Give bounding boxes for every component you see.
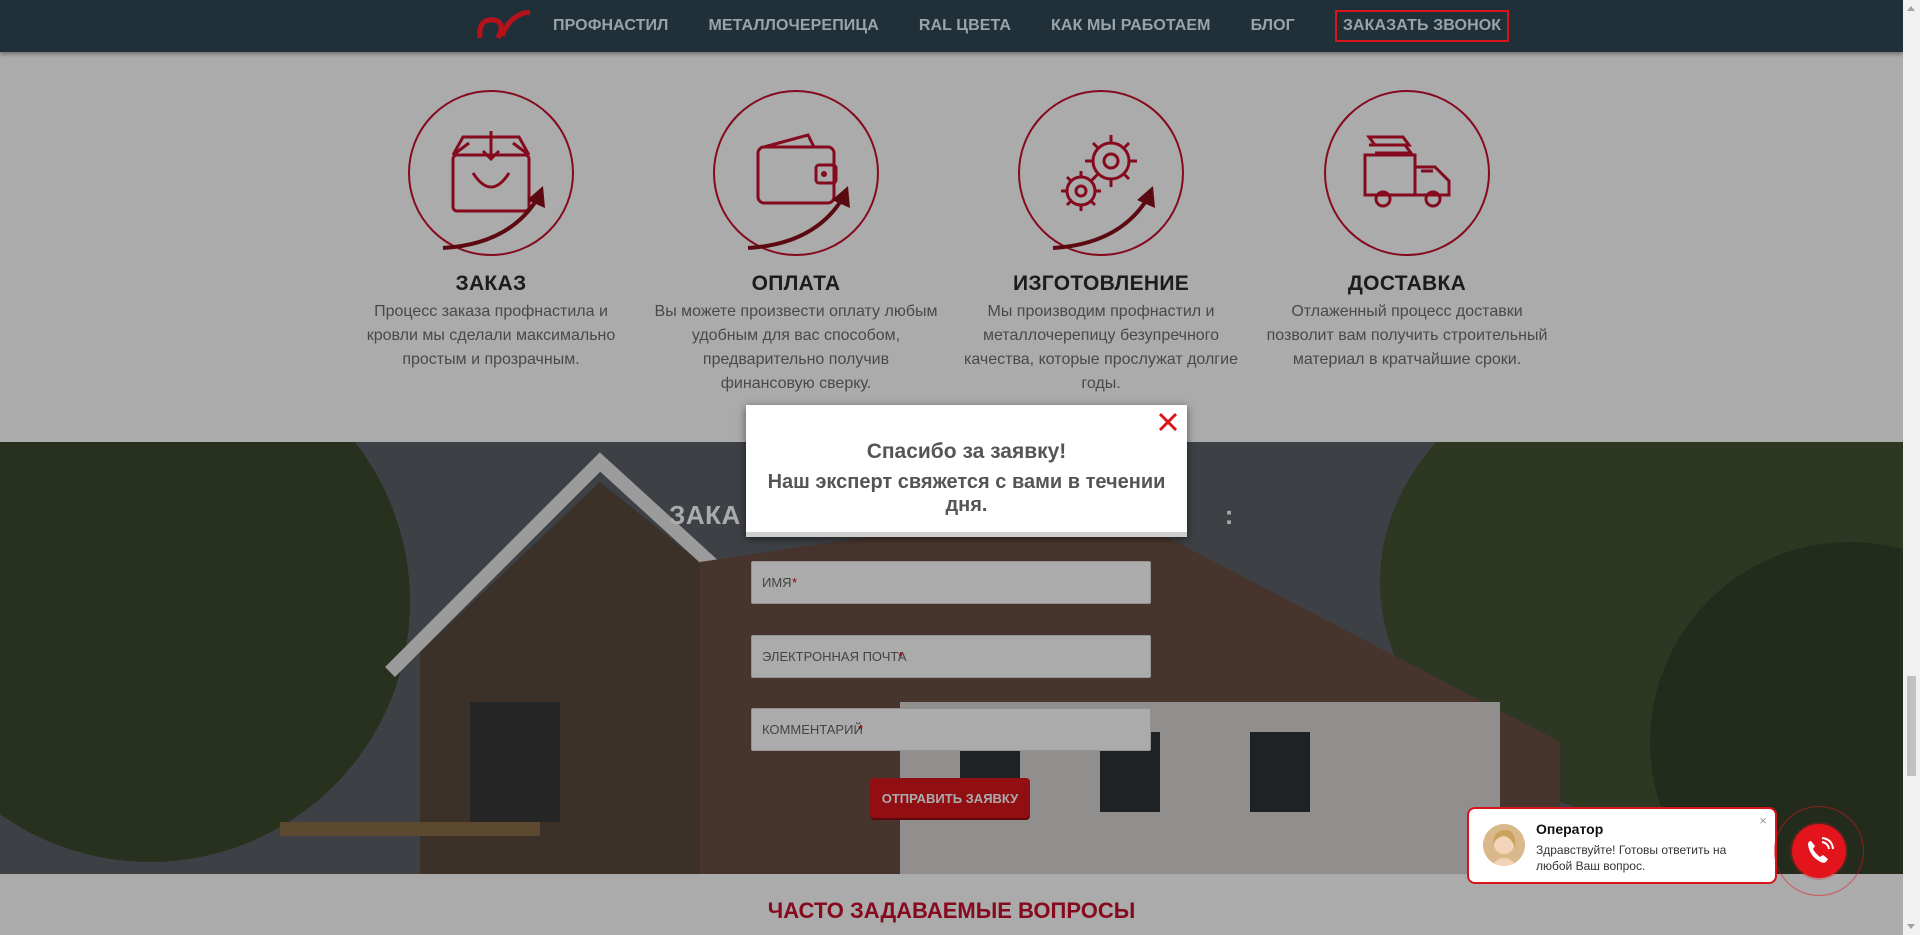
nav-item-how-we-work[interactable]: КАК МЫ РАБОТАЕМ (1051, 17, 1211, 35)
scroll-down-arrow-icon[interactable] (1907, 924, 1915, 929)
modal-message-title: Спасибо за заявку! (866, 440, 1067, 463)
nav-item-profnastil[interactable]: ПРОФНАСТИЛ (553, 17, 668, 35)
thank-you-modal: Спасибо за заявку! Наш эксперт свяжется … (746, 405, 1187, 537)
chat-message: Здравствуйте! Готовы ответить на любой В… (1536, 843, 1727, 873)
phone-icon (1808, 837, 1834, 863)
scroll-up-arrow-icon[interactable] (1907, 6, 1915, 11)
site-header: ПРОФНАСТИЛ МЕТАЛЛОЧЕРЕПИЦА RAL ЦВЕТА КАК… (0, 0, 1903, 52)
order-call-button[interactable]: ЗАКАЗАТЬ ЗВОНОК (1334, 10, 1510, 42)
main-nav: ПРОФНАСТИЛ МЕТАЛЛОЧЕРЕПИЦА RAL ЦВЕТА КАК… (553, 0, 1510, 52)
chat-widget[interactable]: Оператор Здравствуйте! Готовы ответить н… (1467, 807, 1777, 884)
nav-item-ral-colors[interactable]: RAL ЦВЕТА (919, 17, 1011, 35)
close-icon[interactable] (1155, 409, 1181, 435)
brand-logo-icon[interactable] (476, 10, 532, 42)
scrollbar-thumb[interactable] (1907, 676, 1916, 776)
nav-item-blog[interactable]: БЛОГ (1251, 17, 1295, 35)
modal-message-text: Наш эксперт свяжется с вами в течении дн… (767, 471, 1166, 516)
call-button[interactable] (1792, 824, 1846, 878)
nav-item-metallocherepica[interactable]: МЕТАЛЛОЧЕРЕПИЦА (708, 17, 878, 35)
page: ЗАКАЗ Процесс заказа профнастила и кровл… (0, 0, 1903, 935)
scrollbar[interactable] (1903, 0, 1920, 935)
chat-close-icon[interactable]: × (1759, 813, 1767, 828)
chat-operator-name: Оператор (1536, 821, 1604, 837)
avatar (1483, 824, 1525, 866)
